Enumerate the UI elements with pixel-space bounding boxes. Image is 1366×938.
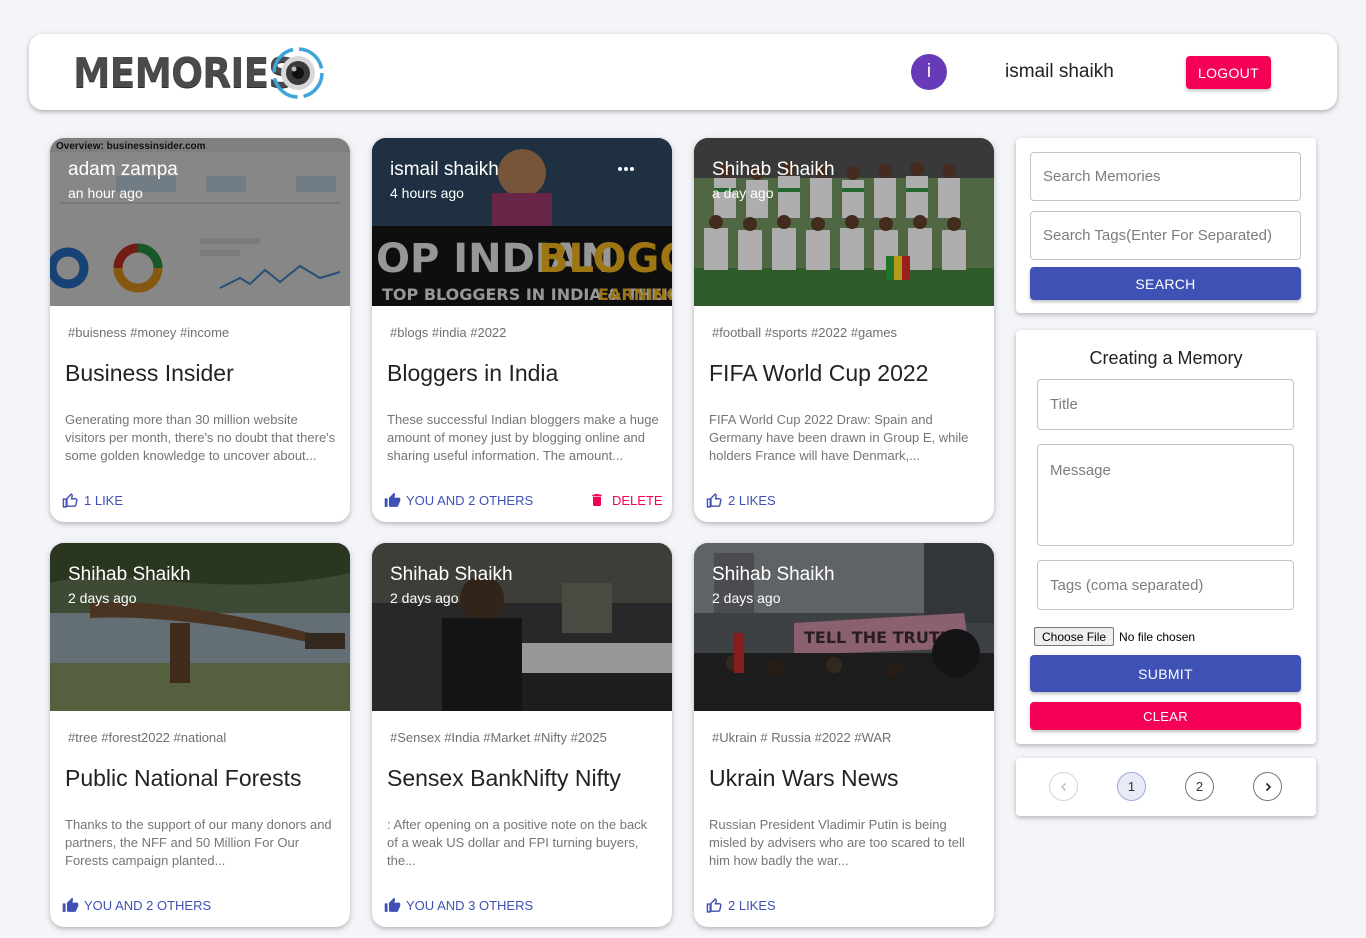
post-title: Public National Forests [65,765,302,791]
like-count: YOU AND 3 OTHERS [406,897,534,913]
next-page-button[interactable] [1253,772,1282,801]
post-message: FIFA World Cup 2022 Draw: Spain and Germ… [709,412,969,463]
tags-input[interactable] [1037,560,1294,610]
post-tags: #blogs #india #2022 [390,325,507,340]
post-time: 2 days ago [390,590,459,606]
user-name: ismail shaikh [1005,61,1114,82]
previous-page-button[interactable] [1049,772,1078,801]
thumb-up-icon [62,897,79,912]
post-time: a day ago [712,185,774,201]
post-card[interactable]: TELL THE TRUTH Shihab Shaikh 2 days ago … [694,543,994,927]
post-time: 4 hours ago [390,185,464,201]
post-message: These successful Indian bloggers make a … [387,412,659,463]
post-tags: #tree #forest2022 #national [68,730,227,745]
post-message: : After opening on a positive note on th… [387,817,648,868]
post-card[interactable]: Shihab Shaikh a day ago #football #sport… [694,138,994,522]
like-button[interactable]: 2 LIKES [706,895,776,915]
post-title: Ukrain Wars News [709,765,899,791]
like-button[interactable]: 2 LIKES [706,490,776,510]
post-card[interactable]: Shihab Shaikh 2 days ago #Sensex #India … [372,543,672,927]
brand[interactable]: MEMORIES [73,47,324,99]
thumb-up-icon [384,492,401,507]
post-title: FIFA World Cup 2022 [709,360,929,386]
like-count: 2 LIKES [728,897,776,913]
camera-lens-icon [272,47,324,99]
delete-label: DELETE [612,492,663,508]
chevron-right-icon [1265,782,1271,791]
file-status: No file chosen [1119,629,1196,644]
post-card[interactable]: Shihab Shaikh 2 days ago #tree #forest20… [50,543,350,927]
app-bar: MEMORIES i ismail shaikh LOGOUT [29,34,1337,110]
like-count: YOU AND 2 OTHERS [406,492,534,508]
page-button-2[interactable]: 2 [1185,772,1214,801]
thumb-up-outline-icon [706,897,722,913]
more-horizontal-icon[interactable] [617,160,635,178]
thumb-up-icon [384,897,401,912]
search-memories-input[interactable] [1030,152,1301,201]
page-button-1[interactable]: 1 [1117,772,1146,801]
post-creator: Shihab Shaikh [712,564,835,585]
like-count: YOU AND 2 OTHERS [84,897,212,913]
post-message: Generating more than 30 million website … [65,412,336,463]
clear-button[interactable]: CLEAR [1030,702,1301,730]
post-tags: #football #sports #2022 #games [712,325,898,340]
search-tags-input[interactable] [1030,211,1301,260]
like-button[interactable]: YOU AND 2 OTHERS [384,490,533,510]
create-memory-form: Creating a Memory Choose File No file ch… [1016,330,1316,744]
post-message: Thanks to the support of our many donors… [65,817,332,868]
post-time: 2 days ago [68,590,137,606]
search-button[interactable]: SEARCH [1030,267,1301,300]
post-creator: Shihab Shaikh [68,564,191,585]
like-count: 1 LIKE [84,492,124,508]
post-tags: #Sensex #India #Market #Nifty #2025 [390,730,607,745]
post-tags: #Ukrain # Russia #2022 #WAR [712,730,892,745]
pagination: 1 2 [1016,758,1316,816]
search-panel: SEARCH [1016,138,1316,313]
trash-icon [592,494,602,506]
user-avatar[interactable]: i [911,54,947,90]
post-title: Bloggers in India [387,360,559,386]
choose-file-button[interactable]: Choose File [1034,627,1115,646]
message-input[interactable] [1037,444,1294,546]
post-title: Sensex BankNifty Nifty [387,765,621,791]
post-time: 2 days ago [712,590,781,606]
post-tags: #buisness #money #income [68,325,230,340]
post-creator: Shihab Shaikh [390,564,513,585]
post-title: Business Insider [65,360,234,386]
like-button[interactable]: 1 LIKE [62,490,123,510]
post-creator: Shihab Shaikh [712,159,835,180]
delete-button[interactable]: DELETE [589,490,663,510]
post-creator: adam zampa [68,159,178,180]
post-time: an hour ago [68,185,143,201]
logout-button[interactable]: LOGOUT [1186,56,1271,89]
title-input[interactable] [1037,379,1294,430]
like-count: 2 LIKES [728,492,776,508]
like-button[interactable]: YOU AND 3 OTHERS [384,895,533,915]
submit-button[interactable]: SUBMIT [1030,655,1301,692]
brand-title: MEMORIES [73,49,295,97]
thumb-up-outline-icon [62,492,78,508]
form-heading: Creating a Memory [1089,348,1243,368]
file-upload: Choose File No file chosen [1034,627,1195,646]
like-button[interactable]: YOU AND 2 OTHERS [62,895,211,915]
post-creator: ismail shaikh [390,159,499,180]
post-card[interactable]: Overview: businessinsider.com adam zampa… [50,138,350,522]
post-message: Russian President Vladimir Putin is bein… [709,817,965,868]
post-card[interactable]: OP INDIAN BLOGGE TOP BLOGGERS IN INDIA &… [372,138,672,522]
chevron-left-icon [1060,782,1066,791]
thumb-up-outline-icon [706,492,722,508]
